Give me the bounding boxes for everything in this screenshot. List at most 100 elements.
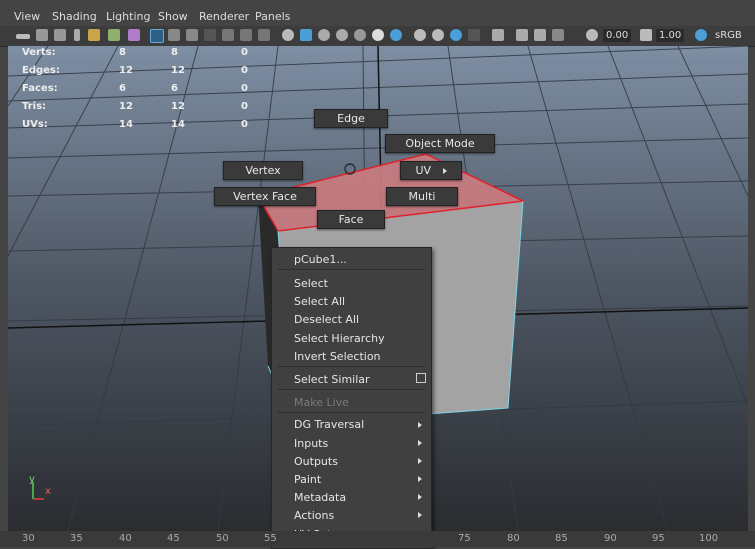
hud-label: Tris: <box>22 101 47 112</box>
menu-shading[interactable]: Shading <box>52 10 97 23</box>
hud-value: 0 <box>241 119 248 130</box>
time-tick-label: 35 <box>70 533 83 544</box>
menu-item-invert-selection[interactable]: Invert Selection <box>294 350 381 363</box>
menu-item-inputs[interactable]: Inputs <box>294 437 328 450</box>
axis-y-label: y <box>29 474 35 485</box>
hud-value: 0 <box>241 101 248 112</box>
submenu-arrow-icon <box>418 476 422 482</box>
hud-label: Verts: <box>22 47 56 58</box>
hud-value: 12 <box>171 65 185 76</box>
shadows-icon[interactable] <box>372 29 384 41</box>
hud-value: 12 <box>171 101 185 112</box>
hud-value: 6 <box>119 83 126 94</box>
menu-item-select-hierarchy[interactable]: Select Hierarchy <box>294 332 385 345</box>
menu-item-select-similar[interactable]: Select Similar <box>294 373 370 386</box>
marking-menu-edge[interactable]: Edge <box>314 109 388 128</box>
menu-separator <box>278 269 425 270</box>
hud-value: 8 <box>171 47 178 58</box>
submenu-arrow-icon <box>442 168 447 174</box>
gamma-icon[interactable] <box>640 29 652 41</box>
text-icon[interactable] <box>258 29 270 41</box>
menu-separator <box>278 412 425 413</box>
default-material-icon[interactable] <box>318 29 330 41</box>
menu-show[interactable]: Show <box>158 10 188 23</box>
xray-components-icon[interactable] <box>534 29 546 41</box>
hud-value: 12 <box>119 101 133 112</box>
marking-menu-uv[interactable]: UV <box>400 161 462 180</box>
time-slider[interactable]: 30 35 40 45 50 55 75 80 85 90 95 100 <box>0 531 755 547</box>
motion-blur-icon[interactable] <box>414 29 426 41</box>
menu-view[interactable]: View <box>14 10 40 23</box>
time-tick-label: 40 <box>119 533 132 544</box>
wireframe-icon[interactable] <box>282 29 294 41</box>
menu-separator <box>278 389 425 390</box>
bookmark-icon[interactable] <box>54 29 66 41</box>
hud-value: 0 <box>241 47 248 58</box>
backface-culling-icon[interactable] <box>552 29 564 41</box>
marking-menu-object-mode[interactable]: Object Mode <box>385 134 495 153</box>
marking-menu-vertex[interactable]: Vertex <box>223 161 303 180</box>
hud-value: 0 <box>241 65 248 76</box>
menu-lighting[interactable]: Lighting <box>106 10 150 23</box>
exposure-value[interactable]: 0.00 <box>603 29 632 42</box>
time-tick-label: 80 <box>507 533 520 544</box>
marking-menu-multi[interactable]: Multi <box>386 187 458 206</box>
image-plane-icon[interactable] <box>74 29 80 41</box>
marking-menu-uv-label: UV <box>415 164 432 177</box>
depth-of-field-icon[interactable] <box>450 29 462 41</box>
use-all-lights-icon[interactable] <box>354 29 366 41</box>
screen-space-ao-icon[interactable] <box>390 29 402 41</box>
marking-menu-vertex-face[interactable]: Vertex Face <box>214 187 316 206</box>
menu-item-dg-traversal[interactable]: DG Traversal <box>294 418 364 431</box>
time-tick-label: 100 <box>699 533 719 544</box>
camera-attributes-icon[interactable] <box>36 29 48 41</box>
menu-item-paint[interactable]: Paint <box>294 473 321 486</box>
menu-item-outputs[interactable]: Outputs <box>294 455 338 468</box>
gate-mask-icon[interactable] <box>186 29 198 41</box>
film-gate-icon[interactable] <box>128 29 140 41</box>
camera-icon[interactable] <box>16 34 30 39</box>
time-tick-label: 85 <box>555 533 568 544</box>
view-transform-label[interactable]: sRGB <box>712 29 745 42</box>
menu-item-metadata[interactable]: Metadata <box>294 491 346 504</box>
safe-action-icon[interactable] <box>222 29 234 41</box>
menu-item-select[interactable]: Select <box>294 277 328 290</box>
submenu-arrow-icon <box>418 512 422 518</box>
2d-pan-zoom-icon[interactable] <box>108 29 120 41</box>
menu-item-object-name[interactable]: pCube1... <box>294 253 347 266</box>
menu-item-select-all[interactable]: Select All <box>294 295 345 308</box>
menu-renderer[interactable]: Renderer <box>199 10 249 23</box>
textured-icon[interactable] <box>336 29 348 41</box>
menu-item-actions[interactable]: Actions <box>294 509 334 522</box>
exposure-icon[interactable] <box>586 29 598 41</box>
menu-item-deselect-all[interactable]: Deselect All <box>294 313 359 326</box>
resolution-gate-icon[interactable] <box>168 29 180 41</box>
time-tick-label: 50 <box>216 533 229 544</box>
hud-label: UVs: <box>22 119 48 130</box>
field-chart-icon[interactable] <box>204 29 216 41</box>
gamma-value[interactable]: 1.00 <box>656 29 685 42</box>
option-box-icon[interactable] <box>416 373 426 383</box>
hud-value: 12 <box>119 65 133 76</box>
grease-pencil-icon[interactable] <box>88 29 100 41</box>
hud-value: 6 <box>171 83 178 94</box>
xray-joints-icon[interactable] <box>516 29 528 41</box>
hud-value: 14 <box>119 119 133 130</box>
smooth-shade-icon[interactable] <box>300 29 312 41</box>
grid-icon[interactable] <box>150 29 164 43</box>
time-tick-label: 90 <box>604 533 617 544</box>
time-tick-label: 75 <box>458 533 471 544</box>
panel-menubar: View Shading Lighting Show Renderer Pane… <box>0 0 755 26</box>
hud-value: 8 <box>119 47 126 58</box>
isolate-select-icon[interactable] <box>468 29 480 41</box>
menu-panels[interactable]: Panels <box>255 10 290 23</box>
marking-menu-face[interactable]: Face <box>317 210 385 229</box>
safe-title-icon[interactable] <box>240 29 252 41</box>
color-management-icon[interactable] <box>695 29 707 41</box>
xray-icon[interactable] <box>492 29 504 41</box>
time-tick-label: 55 <box>264 533 277 544</box>
time-tick-label: 30 <box>22 533 35 544</box>
panel-toolbar: 0.00 1.00 sRGB <box>0 26 755 47</box>
anti-aliasing-icon[interactable] <box>432 29 444 41</box>
submenu-arrow-icon <box>418 440 422 446</box>
